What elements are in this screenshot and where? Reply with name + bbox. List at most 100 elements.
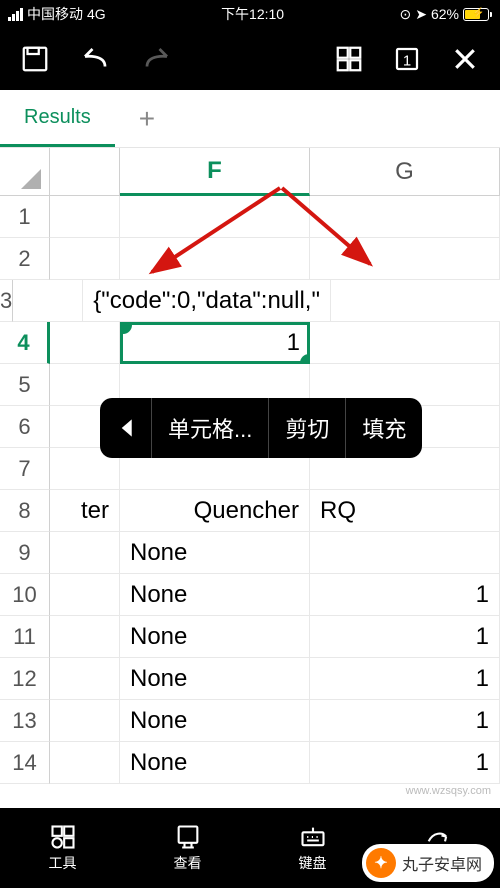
cell[interactable]: {"code":0,"data":null,": [83, 280, 331, 322]
row-header[interactable]: 5: [0, 364, 50, 406]
cell[interactable]: 1: [310, 658, 500, 700]
row-header[interactable]: 9: [0, 532, 50, 574]
context-menu-fill[interactable]: 填充: [346, 398, 422, 458]
row: 3 {"code":0,"data":null,": [0, 280, 500, 322]
row-header[interactable]: 12: [0, 658, 50, 700]
row: 10 None1: [0, 574, 500, 616]
save-icon[interactable]: [20, 44, 50, 74]
cell[interactable]: None: [120, 700, 310, 742]
bottom-view-label: 查看: [174, 853, 202, 873]
cell[interactable]: [120, 238, 310, 280]
bottom-keyboard-label: 键盘: [299, 853, 327, 873]
col-header-g[interactable]: G: [310, 148, 500, 196]
source-badge: ✦ 丸子安卓网: [362, 844, 494, 882]
cell[interactable]: ter: [50, 490, 120, 532]
undo-icon[interactable]: [78, 44, 112, 74]
cell[interactable]: [310, 238, 500, 280]
location-icon: ➤: [415, 6, 427, 23]
source-badge-icon: ✦: [366, 848, 396, 878]
cell[interactable]: [50, 658, 120, 700]
cell[interactable]: 1: [310, 616, 500, 658]
cell[interactable]: [120, 196, 310, 238]
add-tab-button[interactable]: +: [115, 103, 179, 135]
bottom-tools[interactable]: 工具: [0, 808, 125, 888]
cell[interactable]: 1: [120, 322, 310, 364]
cell[interactable]: [310, 196, 500, 238]
cell[interactable]: [310, 322, 500, 364]
row: 8terQuencherRQ: [0, 490, 500, 532]
cell[interactable]: 1: [310, 700, 500, 742]
status-time: 下午12:10: [221, 4, 284, 24]
alarm-icon: ⊙: [399, 6, 411, 23]
context-menu-cell[interactable]: 单元格...: [152, 398, 269, 458]
cell[interactable]: None: [120, 574, 310, 616]
cell[interactable]: [310, 532, 500, 574]
row: 1: [0, 196, 500, 238]
app-toolbar: 1: [0, 28, 500, 90]
cell[interactable]: [50, 742, 120, 784]
cell[interactable]: Quencher: [120, 490, 310, 532]
cell[interactable]: None: [120, 658, 310, 700]
col-header-f[interactable]: F: [120, 148, 310, 196]
select-all-corner[interactable]: [0, 148, 50, 196]
source-badge-text: 丸子安卓网: [402, 851, 482, 875]
sheet-tabs: Results +: [0, 90, 500, 148]
cell[interactable]: [50, 700, 120, 742]
spreadsheet: F G 123{"code":0,"data":null,"415678terQ…: [0, 148, 500, 784]
cell[interactable]: [50, 616, 120, 658]
row-header[interactable]: 14: [0, 742, 50, 784]
row: 13 None1: [0, 700, 500, 742]
redo-icon[interactable]: [140, 44, 174, 74]
cell[interactable]: [50, 322, 120, 364]
status-right: ⊙ ➤ 62% ⚡: [399, 6, 492, 23]
battery-pct: 62%: [431, 6, 459, 22]
bottom-keyboard[interactable]: 键盘: [250, 808, 375, 888]
status-bar: 中国移动 4G 下午12:10 ⊙ ➤ 62% ⚡: [0, 0, 500, 28]
svg-text:1: 1: [403, 52, 411, 69]
row-header[interactable]: 8: [0, 490, 50, 532]
row: 41: [0, 322, 500, 364]
row: 2: [0, 238, 500, 280]
row-header[interactable]: 10: [0, 574, 50, 616]
cell[interactable]: [13, 280, 83, 322]
cell[interactable]: 1: [310, 742, 500, 784]
status-left: 中国移动 4G: [8, 4, 106, 24]
context-menu-cut[interactable]: 剪切: [269, 398, 346, 458]
grid-icon[interactable]: [334, 44, 364, 74]
close-icon[interactable]: [450, 44, 480, 74]
cell[interactable]: 1: [310, 574, 500, 616]
bottom-tools-label: 工具: [49, 853, 77, 873]
cell[interactable]: RQ: [310, 490, 500, 532]
column-headers: F G: [0, 148, 500, 196]
cell[interactable]: [50, 532, 120, 574]
cell[interactable]: [50, 196, 120, 238]
row-header[interactable]: 13: [0, 700, 50, 742]
row-header[interactable]: 1: [0, 196, 50, 238]
sheet-count-icon[interactable]: 1: [392, 44, 422, 74]
row-header[interactable]: 3: [0, 280, 13, 322]
context-menu-prev-icon[interactable]: [100, 398, 152, 458]
watermark-text: www.wzsqsy.com: [403, 784, 494, 798]
cell[interactable]: [331, 280, 500, 322]
row: 12 None1: [0, 658, 500, 700]
tab-results[interactable]: Results: [0, 90, 115, 147]
signal-icon: [8, 8, 23, 21]
cell[interactable]: [50, 574, 120, 616]
bottom-view[interactable]: 查看: [125, 808, 250, 888]
selection-handle[interactable]: [300, 354, 310, 364]
cell[interactable]: None: [120, 616, 310, 658]
carrier-label: 中国移动: [27, 4, 83, 24]
cell[interactable]: [50, 238, 120, 280]
cell-context-menu: 单元格... 剪切 填充: [100, 398, 422, 458]
row: 11 None1: [0, 616, 500, 658]
col-header-e[interactable]: [50, 148, 120, 196]
cell[interactable]: None: [120, 742, 310, 784]
cell[interactable]: None: [120, 532, 310, 574]
row-header[interactable]: 6: [0, 406, 50, 448]
row-header[interactable]: 11: [0, 616, 50, 658]
row-header[interactable]: 7: [0, 448, 50, 490]
selection-handle[interactable]: [120, 322, 132, 334]
row: 14 None1: [0, 742, 500, 784]
row-header[interactable]: 2: [0, 238, 50, 280]
row-header[interactable]: 4: [0, 322, 50, 364]
